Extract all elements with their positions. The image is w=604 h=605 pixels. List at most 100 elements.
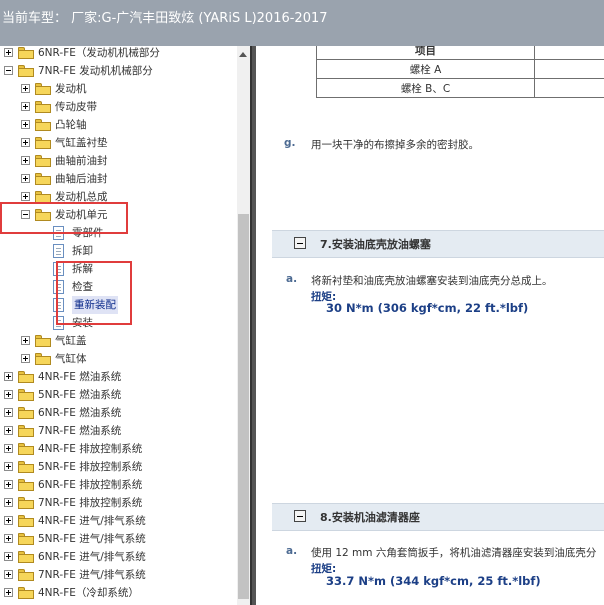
tree-item-label: 发动机总成: [55, 191, 108, 203]
scroll-up-arrow-icon[interactable]: [239, 52, 247, 57]
folder-icon: [35, 209, 51, 221]
expand-icon[interactable]: [21, 156, 30, 165]
expand-icon[interactable]: [4, 534, 13, 543]
expand-icon[interactable]: [21, 84, 30, 93]
collapse-icon[interactable]: [4, 66, 13, 75]
tree-item[interactable]: 传动皮带: [0, 98, 237, 116]
tree-item-label: 5NR-FE 进气/排气系统: [38, 533, 146, 545]
expand-icon[interactable]: [4, 48, 13, 57]
expand-icon[interactable]: [21, 354, 30, 363]
tree-item[interactable]: 7NR-FE 进气/排气系统: [0, 566, 237, 584]
torque-value: 33.7 N*m (344 kgf*cm, 25 ft.*lbf): [326, 574, 541, 588]
tree-item[interactable]: 5NR-FE 排放控制系统: [0, 458, 237, 476]
expand-icon[interactable]: [4, 372, 13, 381]
tree-item[interactable]: 拆解: [0, 260, 237, 278]
tree-item-label: 4NR-FE 排放控制系统: [38, 443, 143, 455]
expand-icon[interactable]: [21, 120, 30, 129]
section-header-8[interactable]: 8.安装机油滤清器座: [272, 503, 604, 531]
tree-item[interactable]: 气缸盖衬垫: [0, 134, 237, 152]
tree-item[interactable]: 4NR-FE 燃油系统: [0, 368, 237, 386]
expand-icon[interactable]: [4, 390, 13, 399]
tree-item[interactable]: 6NR-FE 燃油系统: [0, 404, 237, 422]
expand-icon[interactable]: [4, 498, 13, 507]
expand-icon[interactable]: [4, 426, 13, 435]
folder-icon: [18, 407, 34, 419]
tree-item-label: 4NR-FE 燃油系统: [38, 371, 122, 383]
folder-icon: [35, 335, 51, 347]
tree-item[interactable]: 检查: [0, 278, 237, 296]
expand-icon[interactable]: [4, 588, 13, 597]
collapse-section-icon[interactable]: [294, 510, 306, 522]
table-row: 螺栓 A: [316, 59, 604, 79]
folder-icon: [18, 65, 34, 77]
expand-icon[interactable]: [4, 516, 13, 525]
expand-icon[interactable]: [21, 102, 30, 111]
tree-item[interactable]: 发动机: [0, 80, 237, 98]
tree-item[interactable]: 拆卸: [0, 242, 237, 260]
tree-item[interactable]: 5NR-FE 进气/排气系统: [0, 530, 237, 548]
tree-item[interactable]: 气缸体: [0, 350, 237, 368]
step-text: 使用 12 mm 六角套筒扳手，将机油滤清器座安装到油底壳分: [311, 547, 597, 559]
tree-item[interactable]: 4NR-FE（冷却系统）: [0, 584, 237, 602]
tree-item-label: 气缸盖衬垫: [55, 137, 108, 149]
folder-icon: [18, 533, 34, 545]
table-header-cell: 项目: [316, 46, 535, 60]
collapse-icon[interactable]: [21, 210, 30, 219]
expand-icon[interactable]: [4, 570, 13, 579]
expand-icon[interactable]: [21, 138, 30, 147]
folder-icon: [35, 353, 51, 365]
tree-item-label: 4NR-FE 进气/排气系统: [38, 515, 146, 527]
folder-icon: [35, 83, 51, 95]
expand-icon[interactable]: [21, 336, 30, 345]
table-cell: [534, 78, 604, 98]
folder-icon: [18, 551, 34, 563]
tree-item[interactable]: 零部件: [0, 224, 237, 242]
tree-item-label: 6NR-FE 排放控制系统: [38, 479, 143, 491]
tree-item[interactable]: 发动机单元: [0, 206, 237, 224]
section-header-7[interactable]: 7.安装油底壳放油螺塞: [272, 230, 604, 258]
tree-scrollbar[interactable]: [237, 46, 250, 605]
tree-item[interactable]: 6NR-FE 进气/排气系统: [0, 548, 237, 566]
spec-table: 项目 螺栓 A 螺栓 B、C: [316, 46, 604, 98]
tree-item[interactable]: 6NR-FE（发动机机械部分: [0, 46, 237, 62]
navigation-tree: 6NR-FE（发动机机械部分 7NR-FE 发动机机械部分 发动机 传动皮带凸轮轴气缸…: [0, 46, 250, 605]
tree-item[interactable]: 5NR-FE 燃油系统: [0, 386, 237, 404]
tree-item-label: 重新装配: [72, 296, 118, 314]
tree-item[interactable]: 气缸盖: [0, 332, 237, 350]
table-cell: 螺栓 B、C: [316, 78, 535, 98]
folder-icon: [18, 47, 34, 59]
step-letter: g.: [284, 137, 296, 149]
section-title: 7.安装油底壳放油螺塞: [320, 238, 431, 251]
expand-icon[interactable]: [21, 192, 30, 201]
tree-item-label: 7NR-FE 排放控制系统: [38, 497, 143, 509]
expand-icon[interactable]: [4, 462, 13, 471]
scrollbar-thumb[interactable]: [238, 214, 249, 599]
folder-icon: [18, 569, 34, 581]
tree-item[interactable]: 7NR-FE 燃油系统: [0, 422, 237, 440]
expand-icon[interactable]: [4, 408, 13, 417]
tree-item[interactable]: 重新装配: [0, 296, 237, 314]
expand-icon[interactable]: [4, 552, 13, 561]
tree-item[interactable]: 4NR-FE 进气/排气系统: [0, 512, 237, 530]
tree-item[interactable]: 安装: [0, 314, 237, 332]
expand-icon[interactable]: [4, 444, 13, 453]
tree-item-label: 7NR-FE 燃油系统: [38, 425, 122, 437]
document-icon: [53, 244, 64, 258]
tree-item[interactable]: 曲轴后油封: [0, 170, 237, 188]
tree-item[interactable]: 7NR-FE 排放控制系统: [0, 494, 237, 512]
tree-item[interactable]: 4NR-FE 排放控制系统: [0, 440, 237, 458]
tree-item[interactable]: 凸轮轴: [0, 116, 237, 134]
tree-item[interactable]: 7NR-FE 发动机机械部分: [0, 62, 237, 80]
tree-item-label: 凸轮轴: [55, 119, 87, 131]
expand-icon[interactable]: [4, 480, 13, 489]
tree-item[interactable]: 发动机总成: [0, 188, 237, 206]
tree-item[interactable]: 曲轴前油封: [0, 152, 237, 170]
tree-item-label: 6NR-FE（发动机机械部分: [38, 47, 160, 59]
tree-item[interactable]: 6NR-FE 排放控制系统: [0, 476, 237, 494]
document-icon: [53, 298, 64, 312]
folder-icon: [35, 101, 51, 113]
folder-icon: [35, 119, 51, 131]
expand-icon[interactable]: [21, 174, 30, 183]
collapse-section-icon[interactable]: [294, 237, 306, 249]
tree-item-label: 6NR-FE 进气/排气系统: [38, 551, 146, 563]
